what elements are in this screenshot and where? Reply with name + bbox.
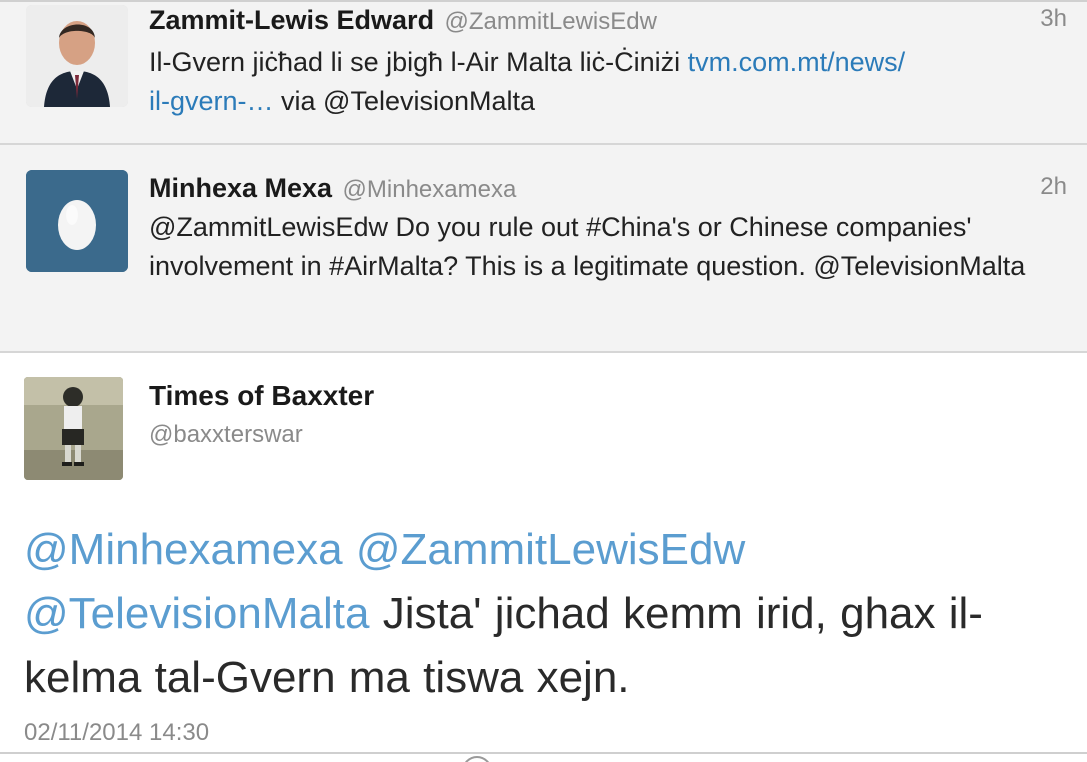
tweet-header: Minhexa Mexa @Minhexamexa 2h: [149, 173, 1077, 204]
tweet-timestamp: 02/11/2014 14:30: [24, 719, 210, 746]
author-handle[interactable]: @ZammitLewisEdw: [445, 8, 657, 35]
tweet-link[interactable]: tvm.com.mt/news/: [688, 47, 906, 77]
tweet-text-main: Il-Gvern jiċħad li se jbigħ l-Air Malta …: [149, 47, 688, 77]
tweet-item[interactable]: Minhexa Mexa @Minhexamexa 2h @ZammitLewi…: [0, 145, 1087, 353]
mention-link[interactable]: @TelevisionMalta: [24, 589, 369, 638]
tweet-text: Il-Gvern jiċħad li se jbigħ l-Air Malta …: [149, 43, 1069, 121]
tweet-text-via: via @TelevisionMalta: [273, 86, 536, 116]
tweet-detail: Times of Baxxter @baxxterswar @Minhexame…: [0, 353, 1087, 762]
tweet-item[interactable]: Zammit-Lewis Edward @ZammitLewisEdw 3h I…: [0, 0, 1087, 145]
tweet-text: @Minhexamexa @ZammitLewisEdw @Television…: [24, 518, 1064, 710]
mention-link[interactable]: @ZammitLewisEdw: [356, 525, 745, 574]
author-handle[interactable]: @Minhexamexa: [343, 176, 517, 203]
mention-link[interactable]: @Minhexamexa: [24, 525, 343, 574]
tweet-timeline: Zammit-Lewis Edward @ZammitLewisEdw 3h I…: [0, 0, 1087, 762]
tweet-link-continued[interactable]: il-gvern-…: [149, 86, 274, 116]
divider: [0, 752, 1087, 754]
tweet-text: @ZammitLewisEdw Do you rule out #China's…: [149, 212, 1026, 281]
default-egg-avatar-icon[interactable]: [26, 170, 128, 272]
author-name[interactable]: Times of Baxxter: [149, 380, 374, 412]
author-handle[interactable]: @baxxterswar: [149, 421, 303, 449]
vintage-photo-avatar-icon[interactable]: [24, 377, 123, 480]
tweet-header: Zammit-Lewis Edward @ZammitLewisEdw 3h: [149, 5, 1077, 36]
author-name[interactable]: Zammit-Lewis Edward: [149, 5, 434, 35]
user-photo-icon[interactable]: [26, 5, 128, 107]
author-name[interactable]: Minhexa Mexa: [149, 173, 332, 203]
tweet-time: 3h: [1040, 5, 1067, 32]
tweet-time: 2h: [1040, 173, 1067, 200]
